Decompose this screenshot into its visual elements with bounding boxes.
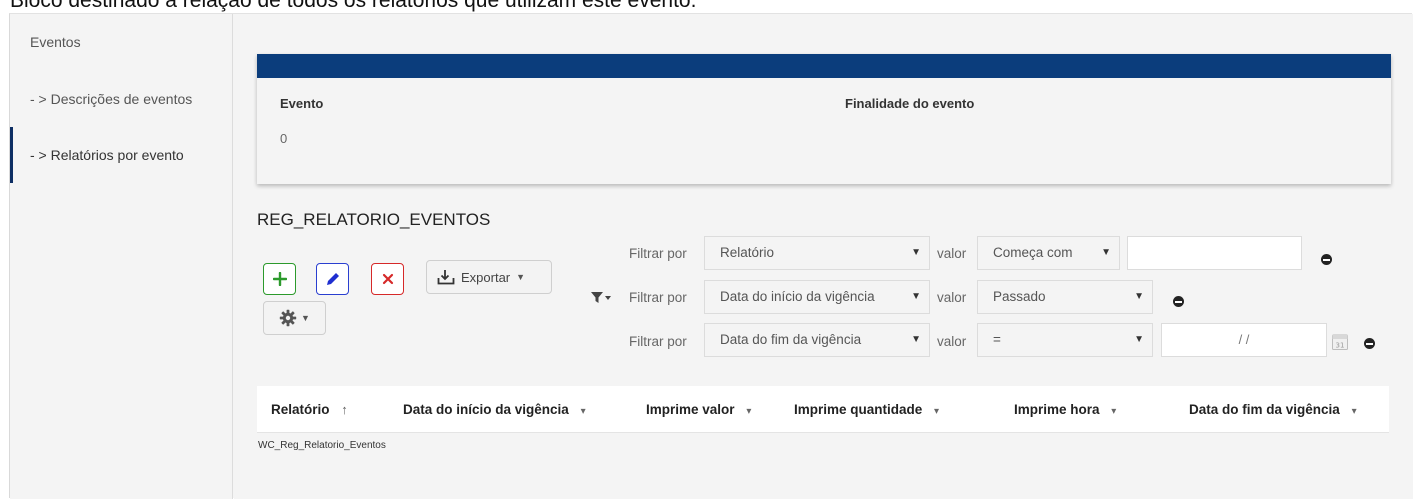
- svg-text:31: 31: [1336, 342, 1345, 350]
- value-label: valor: [937, 334, 967, 349]
- filter-field-value: Data do início da vigência: [720, 289, 875, 304]
- chevron-down-icon: ▼: [301, 313, 310, 323]
- plus-icon: [272, 272, 287, 286]
- sort-icon: ▾: [934, 406, 940, 417]
- app-frame: Eventos - > Descrições de eventos - > Re…: [9, 13, 1413, 499]
- sort-icon: ▾: [1111, 406, 1117, 417]
- sort-asc-icon: ↑: [341, 402, 348, 417]
- column-label: Imprime quantidade: [794, 402, 923, 417]
- gear-icon: [279, 309, 297, 327]
- section-title: REG_RELATORIO_EVENTOS: [257, 210, 491, 229]
- value-label: valor: [937, 246, 967, 261]
- column-label: Imprime valor: [646, 402, 735, 417]
- main-content: Evento Finalidade do evento 0 REG_RELATO…: [234, 14, 1413, 499]
- chevron-down-icon: ▼: [1101, 247, 1111, 258]
- column-label: Data do fim da vigência: [1189, 402, 1340, 417]
- event-card: Evento Finalidade do evento 0: [257, 54, 1391, 184]
- sidebar-item-descricoes[interactable]: - > Descrições de eventos: [10, 71, 233, 127]
- card-header-bar: [257, 54, 1391, 78]
- filter-operator-value: Começa com: [993, 245, 1073, 260]
- sidebar-item-label: Eventos: [30, 34, 81, 50]
- value-label: valor: [937, 290, 967, 305]
- chevron-down-icon: ▼: [1134, 291, 1144, 302]
- banner-fade: [721, 0, 1421, 14]
- column-header-imprime-valor[interactable]: Imprime valor ▾: [646, 386, 751, 433]
- delete-button[interactable]: [371, 263, 404, 295]
- evento-value: 0: [280, 131, 288, 146]
- filter-operator-value: Passado: [993, 289, 1046, 304]
- sidebar-item-label: - > Descrições de eventos: [30, 91, 193, 107]
- filter-field-value: Relatório: [720, 245, 775, 260]
- filter-value-input[interactable]: [1127, 236, 1302, 270]
- add-button[interactable]: [263, 263, 296, 295]
- sort-icon: ▾: [580, 406, 586, 417]
- sort-icon: ▾: [1351, 406, 1357, 417]
- column-header-imprime-quantidade[interactable]: Imprime quantidade ▾: [794, 386, 939, 433]
- chevron-down-icon: ▼: [911, 334, 921, 345]
- filter-operator-select[interactable]: = ▼: [977, 323, 1153, 357]
- filter-field-select[interactable]: Relatório ▼: [704, 236, 930, 270]
- filter-field-value: Data do fim da vigência: [720, 332, 862, 347]
- date-input-text: / /: [1238, 332, 1250, 347]
- sidebar-item-relatorios[interactable]: - > Relatórios por evento: [10, 127, 233, 183]
- pencil-icon: [326, 273, 339, 285]
- filter-operator-select[interactable]: Começa com ▼: [977, 236, 1120, 270]
- download-icon: [437, 270, 455, 285]
- settings-button[interactable]: ▼: [263, 301, 326, 335]
- x-icon: [382, 273, 393, 285]
- chevron-down-icon: ▼: [1134, 334, 1144, 345]
- filter-field-select[interactable]: Data do início da vigência ▼: [704, 280, 930, 314]
- evento-label: Evento: [280, 96, 324, 111]
- remove-filter-icon[interactable]: [1321, 254, 1332, 265]
- filter-operator-select[interactable]: Passado ▼: [977, 280, 1153, 314]
- filter-operator-value: =: [993, 332, 1001, 347]
- filter-label: Filtrar por: [629, 246, 687, 261]
- page-banner: Bloco destinado à relação de todos os re…: [0, 0, 1421, 14]
- filter-label: Filtrar por: [629, 290, 687, 305]
- chevron-down-icon: ▼: [911, 291, 921, 302]
- column-label: Relatório: [271, 402, 330, 417]
- chevron-down-icon: ▼: [516, 272, 526, 282]
- column-label: Data do início da vigência: [403, 402, 569, 417]
- column-header-relatorio[interactable]: Relatório ↑: [271, 386, 348, 433]
- filter-field-select[interactable]: Data do fim da vigência ▼: [704, 323, 930, 357]
- finalidade-label: Finalidade do evento: [845, 96, 975, 111]
- calendar-icon[interactable]: 31: [1332, 333, 1348, 350]
- sidebar-item-eventos[interactable]: Eventos: [10, 14, 233, 70]
- sort-icon: ▾: [746, 406, 752, 417]
- column-header-data-fim[interactable]: Data do fim da vigência ▾: [1189, 386, 1357, 433]
- column-label: Imprime hora: [1014, 402, 1100, 417]
- edit-button[interactable]: [316, 263, 349, 295]
- column-header-imprime-hora[interactable]: Imprime hora ▾: [1014, 386, 1116, 433]
- chevron-down-icon: ▼: [911, 247, 921, 258]
- date-input[interactable]: / /: [1161, 323, 1327, 357]
- banner-text: Bloco destinado à relação de todos os re…: [10, 0, 697, 12]
- sidebar-item-label: - > Relatórios por evento: [30, 147, 184, 163]
- sidebar: Eventos - > Descrições de eventos - > Re…: [10, 14, 233, 499]
- export-label: Exportar: [461, 269, 511, 285]
- column-header-data-inicio[interactable]: Data do início da vigência ▾: [403, 386, 586, 433]
- remove-filter-icon[interactable]: [1364, 338, 1375, 349]
- export-button[interactable]: Exportar ▼: [426, 260, 552, 294]
- filter-icon[interactable]: [590, 291, 612, 305]
- remove-filter-icon[interactable]: [1173, 296, 1184, 307]
- table-caption: WC_Reg_Relatorio_Eventos: [258, 440, 386, 451]
- filter-label: Filtrar por: [629, 334, 687, 349]
- table-header: Relatório ↑ Data do início da vigência ▾…: [257, 386, 1389, 433]
